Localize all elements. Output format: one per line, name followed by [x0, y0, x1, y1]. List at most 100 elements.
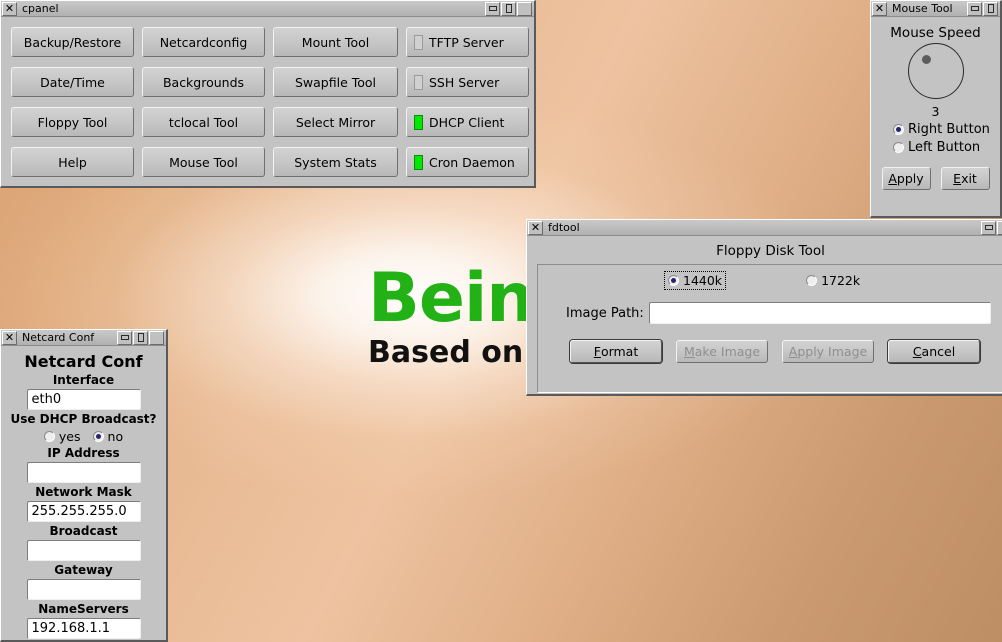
- button-mount-tool[interactable]: Mount Tool: [273, 27, 398, 57]
- radio-label: no: [107, 429, 124, 444]
- resize-icon[interactable]: [517, 1, 532, 16]
- status-led-icon: [414, 74, 423, 90]
- radio-icon[interactable]: [92, 431, 104, 442]
- radio-label: yes: [58, 429, 81, 444]
- close-icon[interactable]: ✕: [2, 1, 17, 16]
- button-dhcp-client[interactable]: DHCP Client: [406, 107, 529, 137]
- ip-address-label: IP Address: [47, 446, 120, 460]
- button-label: ancel: [921, 344, 956, 359]
- radio-icon[interactable]: [893, 124, 904, 135]
- format-button[interactable]: Format: [570, 340, 662, 363]
- radio-1440k[interactable]: 1440k: [663, 271, 727, 290]
- button-netcardconfig[interactable]: Netcardconfig: [142, 27, 265, 57]
- button-system-stats[interactable]: System Stats: [273, 147, 398, 177]
- exit-button[interactable]: Exit: [940, 167, 990, 190]
- minimize-icon[interactable]: [485, 1, 500, 16]
- netcard-title: Netcard Conf: [22, 331, 95, 344]
- button-mouse-tool[interactable]: Mouse Tool: [142, 147, 265, 177]
- close-icon[interactable]: ✕: [2, 330, 17, 345]
- button-label: pply Image: [797, 344, 868, 359]
- fdtool-title: fdtool: [548, 221, 580, 234]
- nameservers-input[interactable]: [26, 618, 141, 639]
- minimize-icon[interactable]: [981, 220, 996, 235]
- netcard-titlebar[interactable]: ✕ Netcard Conf: [1, 330, 166, 346]
- button-tclocal-tool[interactable]: tclocal Tool: [142, 107, 265, 137]
- button-select-mirror[interactable]: Select Mirror: [273, 107, 398, 137]
- fdtool-heading: Floppy Disk Tool: [716, 243, 825, 259]
- button-backgrounds[interactable]: Backgrounds: [142, 67, 265, 97]
- maximize-icon[interactable]: [133, 330, 148, 345]
- mouse-tool-titlebar[interactable]: ✕ Mouse Tool: [871, 1, 1000, 17]
- status-led-icon: [414, 154, 423, 170]
- close-icon[interactable]: ✕: [528, 220, 543, 235]
- minimize-icon[interactable]: [117, 330, 132, 345]
- cancel-button[interactable]: Cancel: [888, 340, 980, 363]
- button-label: Help: [58, 154, 87, 170]
- resize-icon[interactable]: [149, 330, 164, 345]
- minimize-icon[interactable]: [967, 1, 982, 16]
- radio-icon[interactable]: [893, 142, 904, 153]
- radio-icon[interactable]: [806, 275, 818, 286]
- button-tftp-server[interactable]: TFTP Server: [406, 27, 529, 57]
- window-mouse-tool: ✕ Mouse Tool Mouse Speed 3 Right Button …: [870, 0, 1002, 218]
- netcard-heading: Netcard Conf: [24, 352, 143, 371]
- button-label: DHCP Client: [429, 114, 505, 130]
- button-ssh-server[interactable]: SSH Server: [406, 67, 529, 97]
- mouse-speed-value: 3: [931, 104, 940, 119]
- cpanel-titlebar[interactable]: ✕ cpanel: [1, 1, 534, 17]
- button-backup-restore[interactable]: Backup/Restore: [11, 27, 134, 57]
- button-mnemonic: A: [888, 171, 897, 186]
- radio-right-button[interactable]: Right Button: [871, 122, 1000, 137]
- dhcp-radio-group: yes no: [1, 429, 166, 444]
- fdtool-titlebar[interactable]: ✕ fdtool: [527, 220, 1002, 236]
- radio-1722k[interactable]: 1722k: [806, 273, 860, 288]
- desktop-background: Bein Based on Ti ✕ cpanel Backup/Restore…: [0, 0, 1002, 642]
- gateway-label: Gateway: [54, 563, 113, 577]
- ip-address-input[interactable]: [26, 462, 141, 483]
- radio-dhcp-yes[interactable]: yes: [43, 429, 81, 444]
- maximize-icon[interactable]: [501, 1, 516, 16]
- button-mnemonic: E: [953, 171, 962, 186]
- button-label: Swapfile Tool: [294, 74, 377, 90]
- mouse-tool-title: Mouse Tool: [892, 2, 953, 15]
- apply-button[interactable]: Apply: [881, 167, 931, 190]
- mouse-tool-body: Mouse Speed 3 Right Button Left Button A…: [871, 17, 1000, 190]
- image-path-label: Image Path:: [566, 305, 644, 321]
- button-floppy-tool[interactable]: Floppy Tool: [11, 107, 134, 137]
- button-label: tclocal Tool: [168, 114, 239, 130]
- maximize-icon[interactable]: [983, 1, 998, 16]
- status-led-icon: [414, 34, 423, 50]
- button-label: Mouse Tool: [169, 154, 238, 170]
- close-icon[interactable]: ✕: [872, 1, 887, 16]
- mouse-speed-heading: Mouse Speed: [890, 25, 981, 41]
- button-label: Cron Daemon: [429, 154, 515, 170]
- button-label: Select Mirror: [295, 114, 376, 130]
- dial-knob-icon[interactable]: [921, 55, 931, 64]
- button-label: Mount Tool: [301, 34, 370, 50]
- radio-left-button[interactable]: Left Button: [871, 140, 1000, 155]
- broadcast-input[interactable]: [26, 540, 141, 561]
- mouse-speed-dial[interactable]: [907, 43, 964, 99]
- interface-label: Interface: [52, 373, 115, 387]
- interface-input[interactable]: [26, 389, 141, 410]
- button-label: System Stats: [294, 154, 377, 170]
- button-help[interactable]: Help: [11, 147, 134, 177]
- image-path-input[interactable]: [648, 302, 991, 324]
- mouse-tool-window-controls: [967, 1, 999, 16]
- button-date-time[interactable]: Date/Time: [11, 67, 134, 97]
- radio-label: 1722k: [821, 273, 861, 288]
- button-mnemonic: F: [593, 344, 601, 359]
- maximize-icon[interactable]: [997, 220, 1002, 235]
- radio-icon[interactable]: [43, 431, 55, 442]
- button-cron-daemon[interactable]: Cron Daemon: [406, 147, 529, 177]
- button-label: pply: [896, 171, 924, 186]
- button-swapfile-tool[interactable]: Swapfile Tool: [273, 67, 398, 97]
- button-mnemonic: C: [912, 344, 922, 359]
- apply-image-button: Apply Image: [782, 340, 874, 363]
- radio-dhcp-no[interactable]: no: [92, 429, 124, 444]
- gateway-input[interactable]: [26, 579, 141, 600]
- network-mask-input[interactable]: [26, 501, 141, 522]
- button-label: TFTP Server: [429, 34, 504, 50]
- radio-icon[interactable]: [668, 275, 679, 286]
- floppy-size-radio-group: 1440k 1722k: [546, 271, 995, 290]
